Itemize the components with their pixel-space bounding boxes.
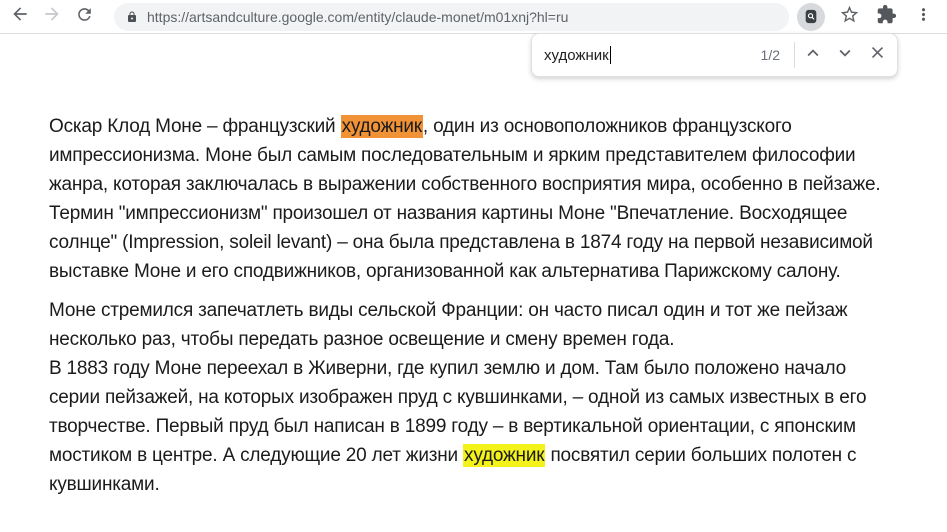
address-bar[interactable]: https://artsandculture.google.com/entity…: [114, 3, 789, 31]
next-match-button[interactable]: [829, 39, 861, 71]
paragraph: Оскар Клод Моне – французский художник, …: [49, 112, 899, 286]
extensions-icon: [876, 4, 897, 30]
find-in-page-indicator-button[interactable]: [797, 3, 825, 31]
find-input[interactable]: художник: [544, 34, 761, 76]
browser-menu-button[interactable]: [909, 3, 937, 31]
find-in-page-indicator-icon: [803, 8, 819, 25]
menu-icon: [914, 5, 933, 29]
chevron-down-icon: [834, 42, 856, 69]
reload-button[interactable]: [70, 3, 98, 31]
paragraph: Моне стремился запечатлеть виды сельской…: [49, 296, 899, 499]
find-match-counter: 1/2: [761, 47, 794, 63]
article: Оскар Клод Моне – французский художник, …: [0, 34, 947, 529]
back-button[interactable]: [6, 3, 34, 31]
chevron-up-icon: [802, 42, 824, 69]
find-bar: художник 1/2: [531, 33, 898, 77]
reload-icon: [75, 5, 94, 29]
bookmark-star-icon: [839, 4, 860, 30]
find-match-active: художник: [341, 115, 423, 138]
forward-icon: [42, 4, 62, 29]
divider: [794, 42, 795, 68]
forward-button[interactable]: [38, 3, 66, 31]
close-icon: [868, 43, 887, 67]
url-text: https://artsandculture.google.com/entity…: [147, 9, 568, 25]
lock-icon: [126, 10, 138, 24]
bookmark-button[interactable]: [835, 3, 863, 31]
close-find-button[interactable]: [861, 39, 893, 71]
extensions-button[interactable]: [872, 3, 900, 31]
text-caret: [610, 46, 611, 64]
find-match-highlight: художник: [463, 444, 545, 467]
previous-match-button[interactable]: [797, 39, 829, 71]
back-icon: [10, 4, 30, 29]
find-query-text: художник: [544, 47, 609, 64]
browser-toolbar: https://artsandculture.google.com/entity…: [0, 0, 947, 34]
